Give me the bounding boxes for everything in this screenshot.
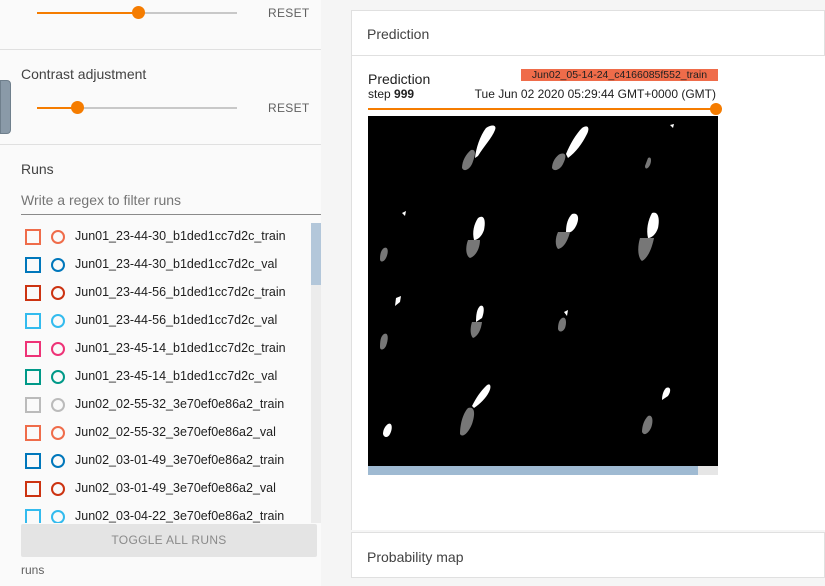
runs-filter-input[interactable] <box>21 192 321 208</box>
run-label: Jun01_23-44-30_b1ded1cc7d2c_train <box>75 229 286 243</box>
run-radio[interactable] <box>51 314 65 328</box>
run-row[interactable]: Jun02_03-01-49_3e70ef0e86a2_train <box>21 447 311 475</box>
run-label: Jun01_23-44-56_b1ded1cc7d2c_train <box>75 285 286 299</box>
prediction-image <box>368 116 718 466</box>
image-card: Prediction step 999 Jun02_05-14-24_c4166… <box>351 56 825 530</box>
run-row[interactable]: Jun01_23-44-30_b1ded1cc7d2c_train <box>21 223 311 251</box>
run-radio[interactable] <box>51 370 65 384</box>
runs-scrollbar[interactable] <box>311 223 321 523</box>
brightness-slider-fill <box>37 12 138 14</box>
run-label: Jun01_23-44-56_b1ded1cc7d2c_val <box>75 313 278 327</box>
run-checkbox[interactable] <box>25 257 41 273</box>
run-radio[interactable] <box>51 286 65 300</box>
divider <box>0 144 321 145</box>
toggle-all-runs-button[interactable]: TOGGLE ALL RUNS <box>21 524 317 557</box>
run-label: Jun02_03-01-49_3e70ef0e86a2_train <box>75 453 285 467</box>
run-label: Jun02_03-04-22_3e70ef0e86a2_train <box>75 509 285 523</box>
step-slider-thumb[interactable] <box>710 103 722 115</box>
runs-title: Runs <box>21 161 54 177</box>
run-label: Jun01_23-45-14_b1ded1cc7d2c_train <box>75 341 286 355</box>
run-checkbox[interactable] <box>25 425 41 441</box>
image-card-title: Prediction <box>368 71 431 87</box>
run-checkbox[interactable] <box>25 313 41 329</box>
run-row[interactable]: Jun01_23-45-14_b1ded1cc7d2c_val <box>21 363 311 391</box>
brightness-reset-button[interactable]: RESET <box>268 6 310 20</box>
run-row[interactable]: Jun01_23-45-14_b1ded1cc7d2c_train <box>21 335 311 363</box>
run-label: Jun01_23-44-30_b1ded1cc7d2c_val <box>75 257 278 271</box>
run-row[interactable]: Jun01_23-44-56_b1ded1cc7d2c_val <box>21 307 311 335</box>
contrast-slider[interactable] <box>37 101 237 114</box>
run-label: Jun02_02-55-32_3e70ef0e86a2_train <box>75 397 285 411</box>
contrast-slider-thumb[interactable] <box>71 101 84 114</box>
run-radio[interactable] <box>51 482 65 496</box>
prediction-card-header[interactable]: Prediction <box>351 10 825 56</box>
prediction-image-svg <box>380 124 674 437</box>
run-row[interactable]: Jun01_23-44-30_b1ded1cc7d2c_val <box>21 251 311 279</box>
run-chip: Jun02_05-14-24_c4166085f552_train <box>521 69 718 81</box>
step-label: step <box>368 87 391 101</box>
run-radio[interactable] <box>51 398 65 412</box>
timestamp: Tue Jun 02 2020 05:29:44 GMT+0000 (GMT) <box>474 87 716 101</box>
run-checkbox[interactable] <box>25 397 41 413</box>
runs-scrollbar-thumb[interactable] <box>311 223 321 285</box>
run-checkbox[interactable] <box>25 481 41 497</box>
runs-footer: runs <box>21 563 45 577</box>
run-checkbox[interactable] <box>25 453 41 469</box>
run-row[interactable]: Jun02_02-55-32_3e70ef0e86a2_train <box>21 391 311 419</box>
run-radio[interactable] <box>51 258 65 272</box>
run-radio[interactable] <box>51 454 65 468</box>
divider <box>0 49 321 50</box>
probability-card-header[interactable]: Probability map <box>351 532 825 578</box>
run-label: Jun02_02-55-32_3e70ef0e86a2_val <box>75 425 276 439</box>
run-label: Jun02_03-01-49_3e70ef0e86a2_val <box>75 481 276 495</box>
contrast-title: Contrast adjustment <box>21 66 147 82</box>
run-checkbox[interactable] <box>25 341 41 357</box>
run-radio[interactable] <box>51 426 65 440</box>
sidebar-collapse-handle[interactable] <box>0 80 11 134</box>
runs-filter[interactable] <box>21 192 321 215</box>
run-row[interactable]: Jun02_03-04-22_3e70ef0e86a2_train <box>21 503 311 523</box>
run-label: Jun01_23-45-14_b1ded1cc7d2c_val <box>75 369 278 383</box>
run-checkbox[interactable] <box>25 285 41 301</box>
main-panel: Prediction Prediction step 999 Jun02_05-… <box>351 0 825 586</box>
run-radio[interactable] <box>51 230 65 244</box>
run-checkbox[interactable] <box>25 509 41 523</box>
contrast-reset-button[interactable]: RESET <box>268 101 310 115</box>
run-row[interactable]: Jun01_23-44-56_b1ded1cc7d2c_train <box>21 279 311 307</box>
runs-list: Jun01_23-44-30_b1ded1cc7d2c_train Jun01_2… <box>21 223 321 523</box>
run-radio[interactable] <box>51 510 65 523</box>
run-radio[interactable] <box>51 342 65 356</box>
sidebar: RESET Contrast adjustment RESET Runs Jun… <box>0 0 321 586</box>
run-row[interactable]: Jun02_03-01-49_3e70ef0e86a2_val <box>21 475 311 503</box>
image-horizontal-scrollbar[interactable] <box>368 466 718 475</box>
run-checkbox[interactable] <box>25 369 41 385</box>
run-row[interactable]: Jun02_02-55-32_3e70ef0e86a2_val <box>21 419 311 447</box>
step-indicator: step 999 <box>368 87 414 101</box>
brightness-slider-thumb[interactable] <box>132 6 145 19</box>
step-value: 999 <box>394 87 415 101</box>
prediction-card-title: Prediction <box>367 26 430 42</box>
probability-card-title: Probability map <box>367 549 464 565</box>
image-scrollbar-thumb[interactable] <box>368 466 698 475</box>
run-checkbox[interactable] <box>25 229 41 245</box>
brightness-slider[interactable] <box>37 6 237 19</box>
step-slider[interactable] <box>368 108 716 110</box>
